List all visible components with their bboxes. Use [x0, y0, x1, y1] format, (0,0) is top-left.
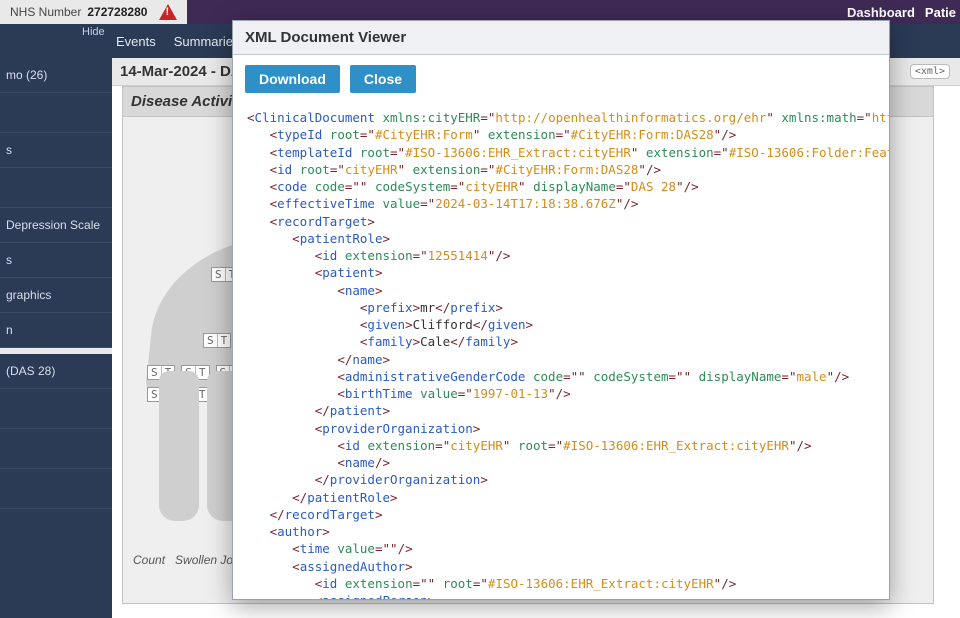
xml-content[interactable]: <ClinicalDocument xmlns:cityEHR="http://…: [233, 103, 889, 599]
hide-toggle[interactable]: Hide: [82, 26, 105, 38]
nhs-number: 272728280: [87, 5, 147, 19]
tab-events[interactable]: Events: [116, 34, 156, 49]
sidebar-item[interactable]: n: [0, 313, 112, 348]
sidebar-folder[interactable]: mo (26): [0, 58, 112, 93]
nhs-label: NHS Number: [10, 5, 81, 19]
sidebar-das28[interactable]: (DAS 28): [0, 354, 112, 389]
st-marker[interactable]: ST: [203, 333, 231, 348]
sidebar-item[interactable]: s: [0, 243, 112, 278]
close-button[interactable]: Close: [350, 65, 416, 93]
xml-badge-icon[interactable]: <xml>: [910, 64, 950, 79]
nav-dashboard[interactable]: Dashboard: [847, 5, 915, 20]
sidebar-item[interactable]: [0, 389, 112, 429]
footer-count: Count: [133, 553, 165, 567]
sidebar-item[interactable]: Depression Scale: [0, 208, 112, 243]
sidebar-item[interactable]: [0, 469, 112, 509]
sidebar-item[interactable]: s: [0, 133, 112, 168]
xml-viewer-dialog: XML Document Viewer Download Close <Clin…: [232, 20, 890, 600]
footer-swollen: Swollen Jo: [175, 553, 233, 567]
document-title: 14-Mar-2024 - DA: [120, 63, 242, 80]
sidebar: mo (26) s Depression Scale s graphics n …: [0, 58, 112, 618]
sidebar-item[interactable]: [0, 429, 112, 469]
sidebar-item[interactable]: [0, 93, 112, 133]
alert-icon: [159, 4, 177, 20]
dialog-title: XML Document Viewer: [233, 21, 889, 55]
download-button[interactable]: Download: [245, 65, 340, 93]
tab-summaries[interactable]: Summaries: [174, 34, 240, 49]
sidebar-item[interactable]: graphics: [0, 278, 112, 313]
nav-patients[interactable]: Patie: [925, 5, 956, 20]
sidebar-item[interactable]: [0, 168, 112, 208]
